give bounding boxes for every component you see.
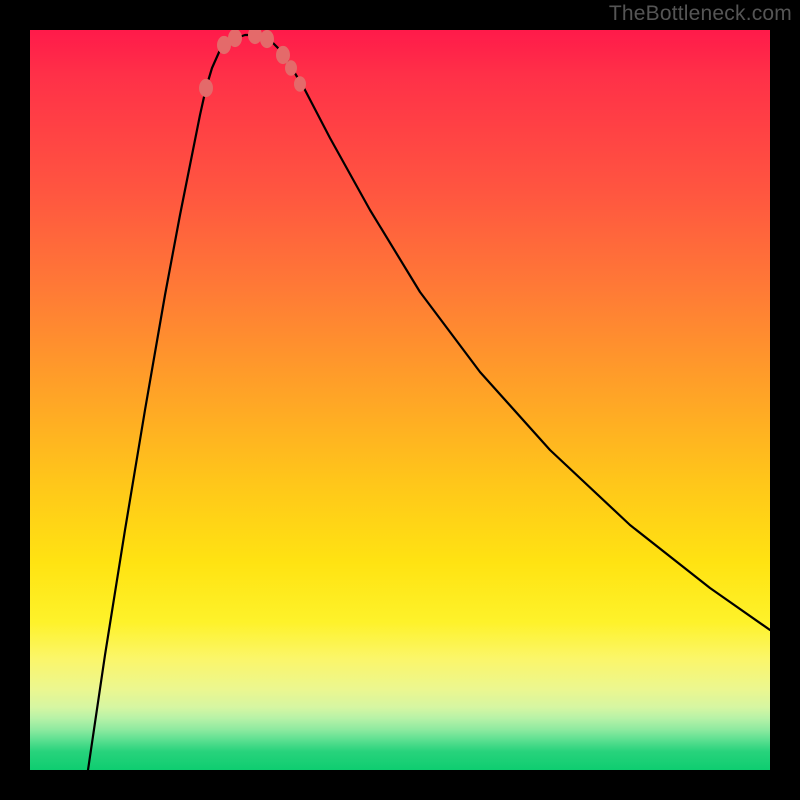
curve-marker [260,30,274,48]
chart-frame: TheBottleneck.com [0,0,800,800]
curve-marker [294,76,306,92]
curve-marker [199,79,213,97]
watermark-text: TheBottleneck.com [609,2,792,26]
curve-marker [285,60,297,76]
curve-marker [248,30,262,44]
bottleneck-curve [88,35,770,770]
curve-layer [30,30,770,770]
plot-area [30,30,770,770]
